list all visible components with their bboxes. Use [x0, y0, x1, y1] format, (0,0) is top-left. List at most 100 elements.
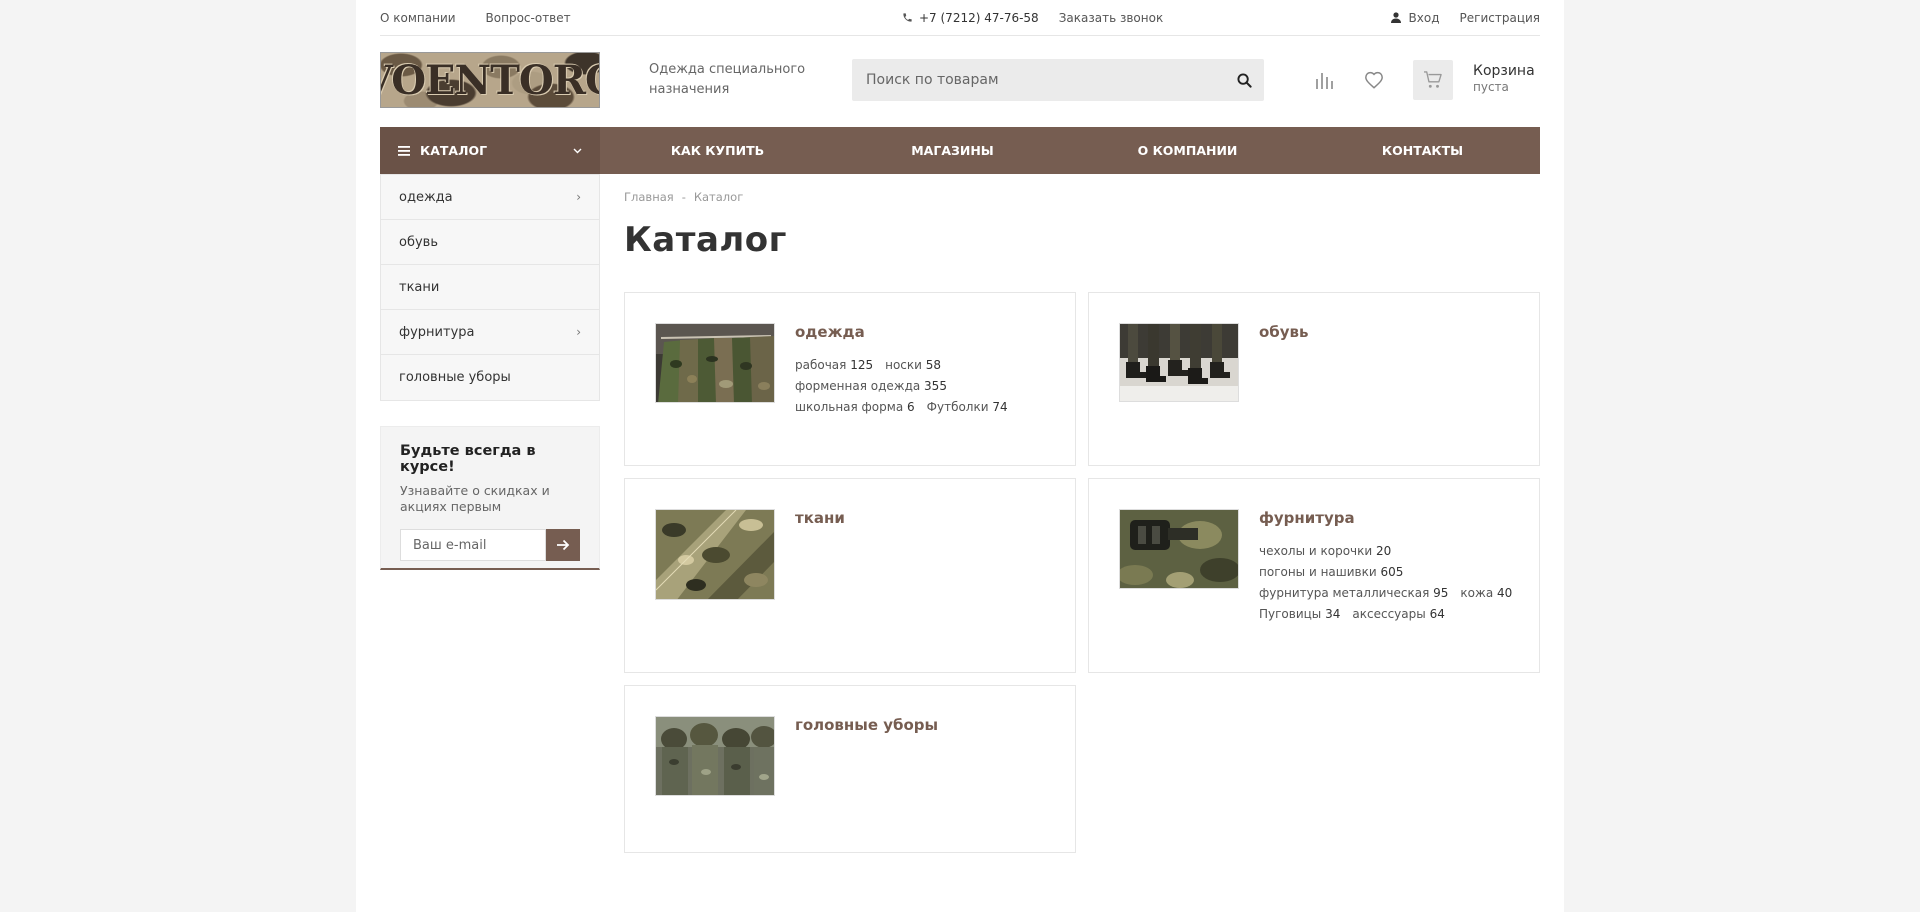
subcategory-count: 20 [1376, 544, 1392, 558]
subcategory-name: Пуговицы [1259, 607, 1322, 621]
heart-icon [1365, 71, 1383, 89]
email-field[interactable] [400, 529, 546, 561]
top-links: О компании Вопрос-ответ [380, 11, 571, 25]
page: О компании Вопрос-ответ +7 (7212) 47-76-… [356, 0, 1564, 912]
slogan: Одежда специального назначения [649, 62, 806, 97]
category-image[interactable] [1119, 509, 1239, 589]
search-input[interactable] [852, 59, 1224, 101]
logo-text: VOENTORG [381, 56, 599, 104]
compare-icon [1316, 73, 1333, 89]
category-image[interactable] [1119, 323, 1239, 402]
auth-block: Вход Регистрация [1390, 10, 1540, 25]
subcategory-name: чехолы и корочки [1259, 544, 1373, 558]
side-menu-label: ткани [399, 279, 440, 295]
category-card: фурнитура чехолы и корочки 20 погоны и н… [1088, 478, 1540, 673]
top-bar: О компании Вопрос-ответ +7 (7212) 47-76-… [380, 0, 1540, 36]
login-link[interactable]: Вход [1390, 10, 1440, 25]
subscribe-title: Будьте всегда в курсе! [400, 443, 536, 475]
cart-icon [1424, 71, 1442, 88]
nav-stores[interactable]: МАГАЗИНЫ [835, 127, 1070, 174]
helmets-image [656, 717, 774, 795]
side-menu-item[interactable]: ткани [381, 265, 599, 310]
catalog-label: КАТАЛОГ [420, 143, 488, 158]
subcategory-link[interactable]: чехолы и корочки 20 [1259, 544, 1391, 558]
subcategory-count: 355 [924, 379, 947, 393]
register-link[interactable]: Регистрация [1460, 11, 1540, 25]
subcategory-link[interactable]: носки 58 [885, 358, 941, 372]
side-menu-item[interactable]: обувь [381, 220, 599, 265]
search-button[interactable] [1224, 59, 1264, 101]
category-image[interactable] [655, 323, 775, 403]
header: VOENTORG Одежда специального назначения … [380, 52, 1540, 108]
category-image[interactable] [655, 716, 775, 796]
nav-about[interactable]: О КОМПАНИИ [1070, 127, 1305, 174]
category-title[interactable]: головные уборы [795, 716, 1055, 734]
faq-link[interactable]: Вопрос-ответ [486, 11, 571, 25]
subcategory-name: Футболки [926, 400, 989, 414]
cart-button[interactable] [1413, 60, 1453, 100]
category-body: фурнитура чехолы и корочки 20 погоны и н… [1259, 509, 1519, 625]
subcategory-count: 605 [1380, 565, 1404, 579]
phone[interactable]: +7 (7212) 47-76-58 [902, 11, 1039, 25]
side-menu-label: головные уборы [399, 370, 511, 385]
subcategory-name: рабочая [795, 358, 847, 372]
logo[interactable]: VOENTORG [380, 52, 600, 108]
nav-contacts[interactable]: КОНТАКТЫ [1305, 127, 1540, 174]
subcategory-count: 125 [850, 358, 874, 372]
subscribe-text: Узнавайте о скидках и акциях первым [400, 483, 550, 514]
subcategory-count: 64 [1429, 607, 1445, 621]
side-menu-item[interactable]: фурнитура › [381, 310, 599, 355]
subcategory-link[interactable]: Футболки 74 [927, 400, 1008, 414]
subscribe-form [400, 529, 580, 561]
nav-how-to-buy[interactable]: КАК КУПИТЬ [600, 127, 835, 174]
subcategory-link[interactable]: рабочая 125 [795, 358, 873, 372]
subcategory-link[interactable]: Пуговицы 34 [1259, 607, 1340, 621]
breadcrumb: Главная - Каталог [624, 190, 1540, 204]
subcategory-link[interactable]: погоны и нашивки 605 [1259, 565, 1403, 579]
compare-button[interactable] [1310, 66, 1338, 94]
callback-link[interactable]: Заказать звонок [1059, 11, 1164, 25]
subscribe-button[interactable] [546, 529, 580, 561]
cart-summary[interactable]: Корзина пуста [1473, 63, 1535, 94]
subcategory-link[interactable]: аксессуары 64 [1352, 607, 1444, 621]
category-body: одежда рабочая 125 носки 58 форменная оде… [795, 323, 1055, 418]
subcategory-name: форменная одежда [795, 379, 921, 393]
category-title[interactable]: обувь [1259, 323, 1519, 341]
favorites-button[interactable] [1360, 66, 1388, 94]
login-label: Вход [1408, 10, 1440, 25]
subcategory-count: 74 [992, 400, 1008, 414]
side-menu-item[interactable]: головные уборы [381, 355, 599, 400]
category-title[interactable]: фурнитура [1259, 509, 1519, 527]
subcategory-link[interactable]: школьная форма 6 [795, 400, 915, 414]
category-image[interactable] [655, 509, 775, 600]
subcategory-link[interactable]: фурнитура металлическая 95 [1259, 586, 1448, 600]
side-menu-label: обувь [399, 234, 438, 250]
breadcrumb-home[interactable]: Главная [624, 190, 674, 204]
side-menu-label: фурнитура [399, 324, 475, 340]
subcategory-name: школьная форма [795, 400, 904, 414]
arrow-right-icon [557, 539, 570, 551]
subcategory-link[interactable]: форменная одежда 355 [795, 379, 947, 393]
main-content: Главная - Каталог Каталог одежда рабочая… [624, 190, 1540, 853]
category-title[interactable]: одежда [795, 323, 1055, 341]
cart-status: пуста [1473, 80, 1509, 94]
category-title[interactable]: ткани [795, 509, 1055, 527]
search-bar [852, 59, 1264, 101]
category-card: головные уборы [624, 685, 1076, 853]
about-link[interactable]: О компании [380, 11, 456, 25]
chevron-right-icon: › [576, 190, 581, 204]
subcategory-count: 34 [1325, 607, 1341, 621]
page-title: Каталог [624, 220, 787, 260]
subcategory-link[interactable]: кожа 40 [1460, 586, 1512, 600]
contact-block: +7 (7212) 47-76-58 Заказать звонок [902, 11, 1163, 25]
menu-icon [398, 145, 410, 156]
search-icon [1236, 72, 1252, 88]
catalog-menu-button[interactable]: КАТАЛОГ [380, 127, 600, 174]
subcategory-name: носки [885, 358, 922, 372]
side-menu-item[interactable]: одежда › [381, 175, 599, 220]
boots-image [1120, 324, 1238, 401]
chevron-right-icon: › [576, 325, 581, 339]
subcategory-name: аксессуары [1352, 607, 1426, 621]
main-nav: КАТАЛОГ КАК КУПИТЬ МАГАЗИНЫ О КОМПАНИИ К… [380, 127, 1540, 174]
phone-number: +7 (7212) 47-76-58 [919, 10, 1039, 25]
